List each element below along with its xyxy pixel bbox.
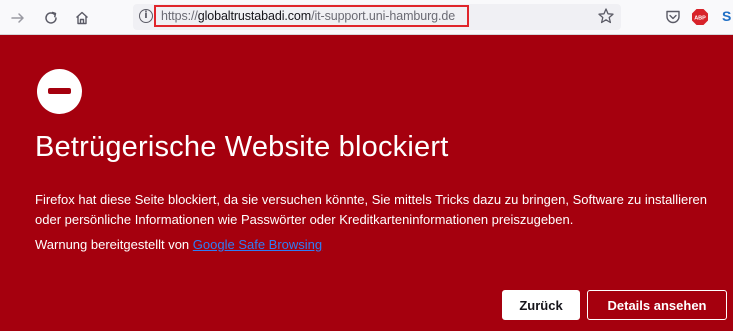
home-icon (76, 11, 88, 25)
details-button[interactable]: Details ansehen (587, 290, 727, 320)
url-path: /it-support.uni-hamburg.de (311, 9, 456, 23)
stop-icon-bar (48, 88, 71, 94)
url-domain: globaltrustabadi.com (197, 9, 312, 23)
block-description: Firefox hat diese Seite blockiert, da si… (35, 192, 707, 227)
adblock-plus-label: ABP (694, 16, 706, 22)
forward-icon (11, 13, 24, 23)
url-scheme: https:// (161, 9, 198, 23)
warning-source: Warnung bereitgestellt von Google Safe B… (35, 237, 322, 252)
blocked-site-page: Betrügerische Website blockiert Firefox … (0, 35, 733, 331)
browser-toolbar: i https://globaltrustabadi.com/it-suppor… (0, 0, 733, 35)
bookmark-star-icon[interactable] (597, 7, 615, 25)
reload-button[interactable] (39, 6, 63, 30)
adblock-plus-icon[interactable]: ABP (691, 8, 709, 26)
reload-icon (45, 11, 57, 24)
extension-s-icon[interactable]: S (722, 8, 731, 24)
url-text[interactable]: https://globaltrustabadi.com/it-support.… (161, 9, 455, 23)
page-title: Betrügerische Website blockiert (35, 131, 449, 163)
stop-icon (37, 69, 82, 114)
info-icon[interactable]: i (139, 9, 153, 23)
google-safe-browsing-link[interactable]: Google Safe Browsing (193, 237, 322, 252)
home-button[interactable] (70, 6, 94, 30)
url-bar[interactable]: i https://globaltrustabadi.com/it-suppor… (133, 4, 621, 30)
forward-button[interactable] (6, 6, 30, 30)
back-button[interactable]: Zurück (502, 290, 580, 320)
pocket-icon[interactable] (664, 8, 682, 26)
warning-prefix: Warnung bereitgestellt von (35, 237, 193, 252)
